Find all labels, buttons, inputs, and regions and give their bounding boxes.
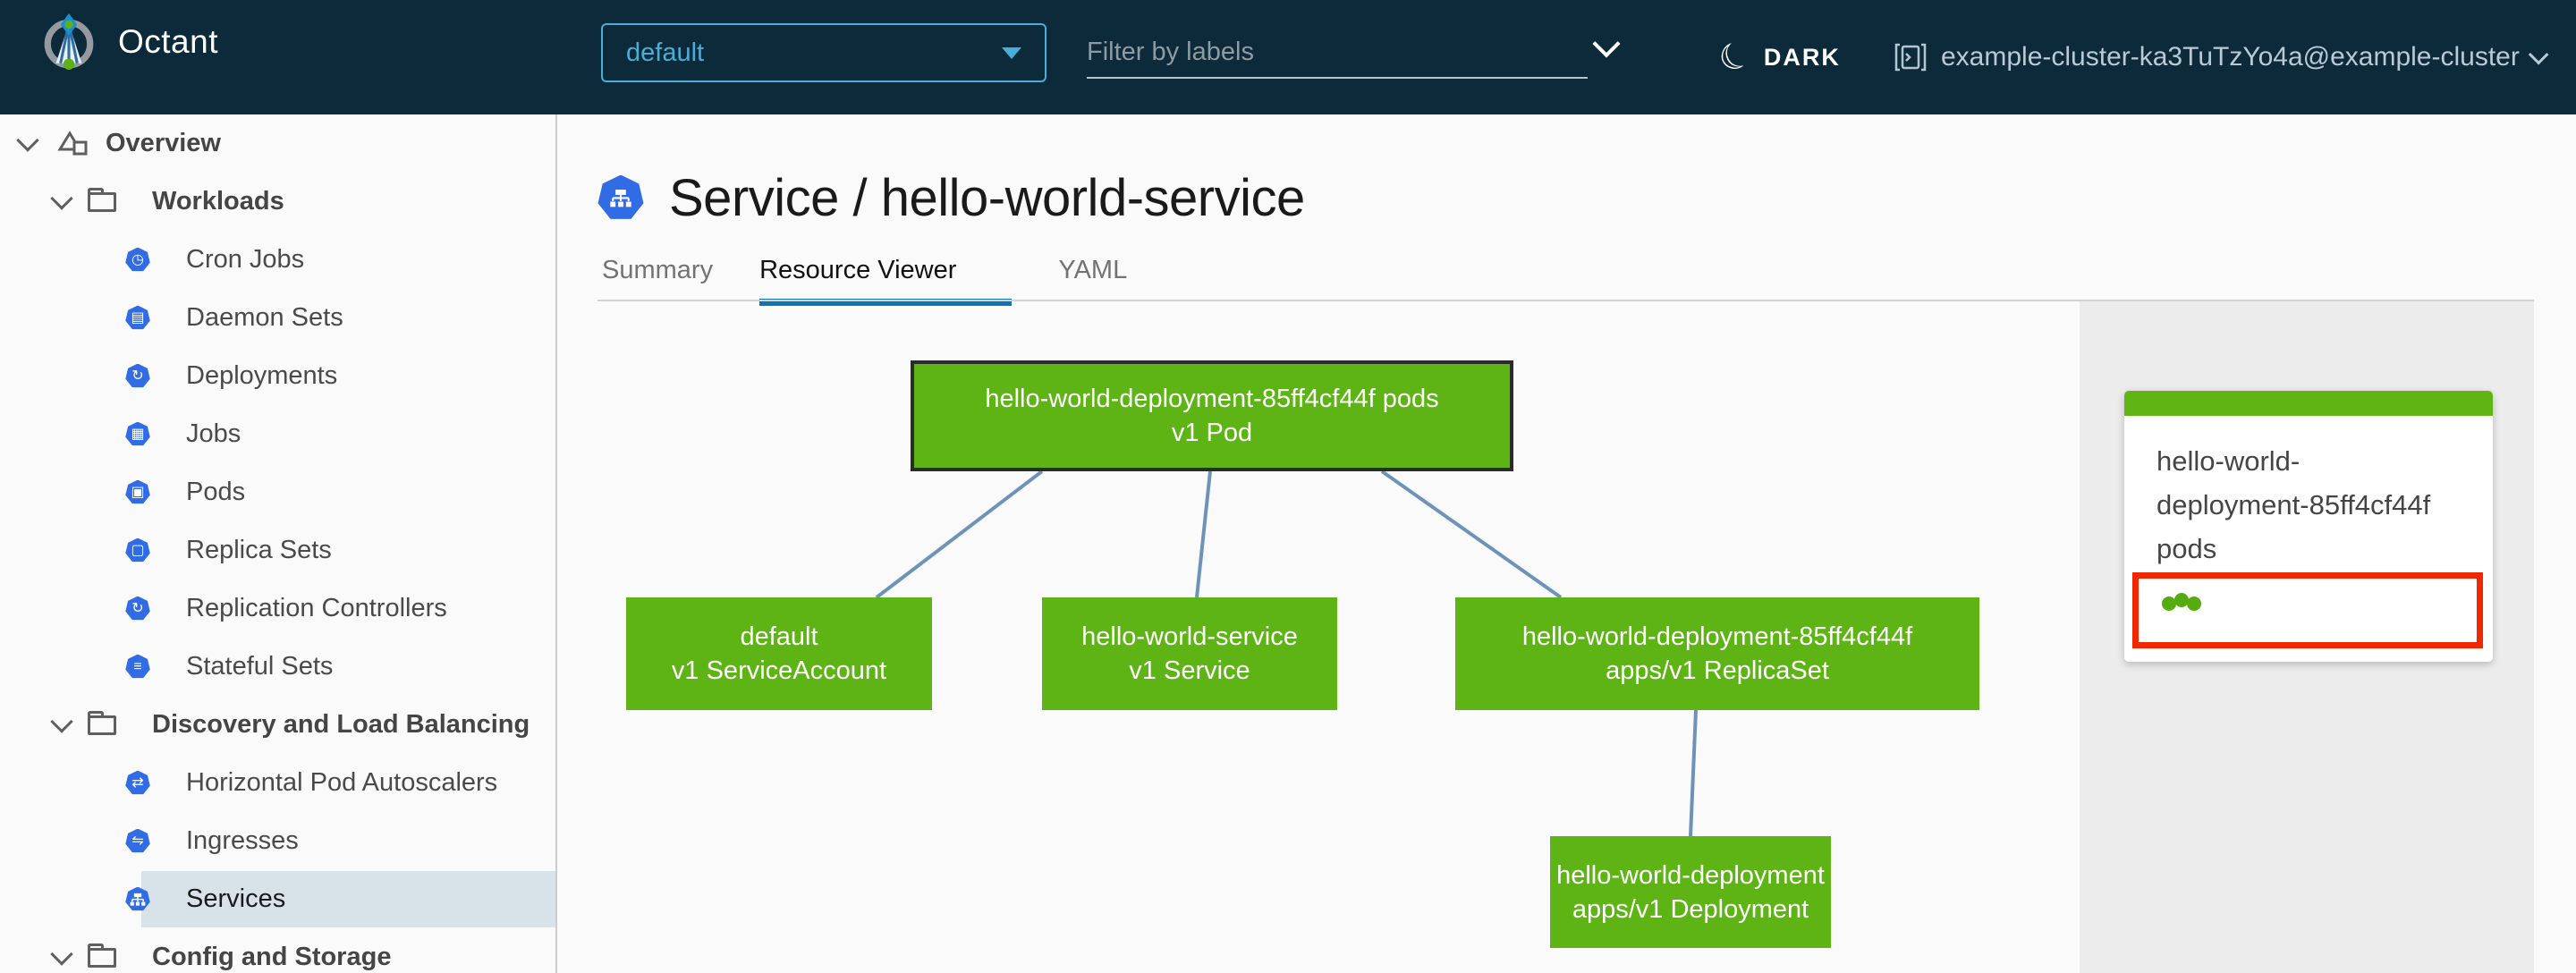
sidebar-item-label: Overview [106,129,221,157]
node-sublabel: v1 Service [1129,656,1250,685]
sidebar-item-label: Ingresses [186,826,299,855]
sidebar-item-label: Horizontal Pod Autoscalers [186,768,498,797]
node-label: hello-world-deployment-85ff4cf44f pods [985,385,1439,413]
cluster-context-label: example-cluster-ka3TuTzYo4a@example-clus… [1941,42,2520,72]
sidebar-item-label: Deployments [186,361,338,390]
sidebar-item-jobs[interactable]: ▦ Jobs [0,405,555,463]
app-title: Octant [118,23,218,60]
sidebar-item-config-and-storage[interactable]: Config and Storage [0,928,555,973]
pod-status-dot[interactable] [2187,596,2201,611]
sidebar-item-label: Replica Sets [186,536,332,564]
sidebar-item-deployments[interactable]: ↻ Deployments [0,347,555,405]
chevron-down-icon[interactable] [50,942,73,966]
label-filter [1087,27,1623,80]
node-label: hello-world-deployment-85ff4cf44f [1521,622,1913,651]
replicaset-icon: ▢ [125,537,150,563]
pod-status-highlight-box [2132,572,2483,648]
sidebar-item-daemon-sets[interactable]: ▤ Daemon Sets [0,289,555,347]
sidebar-item-replica-sets[interactable]: ▢ Replica Sets [0,521,555,580]
brand: Octant [39,13,218,72]
replicationcontroller-icon: ↻ [125,596,150,621]
pod-icon: ▣ [125,479,150,504]
node-sublabel: apps/v1 ReplicaSet [1606,656,1829,685]
pod-status-dots[interactable] [2162,593,2201,611]
sidebar-item-stateful-sets[interactable]: ≡ Stateful Sets [0,638,555,696]
page-title-text: Service / hello-world-service [669,169,1305,227]
pod-summary-card[interactable]: hello-world-deployment-85ff4cf44f pods [2124,391,2493,662]
caret-down-icon [1002,47,1021,59]
page-title: Service / hello-world-service [597,168,1305,228]
sidebar-item-horizontal-pod-autoscalers[interactable]: ⇄ Horizontal Pod Autoscalers [0,754,555,812]
app-header: Octant default ☾ DARK example-cluster-ka… [0,0,2576,114]
sidebar-item-label: Daemon Sets [186,303,343,332]
tab-summary[interactable]: Summary [602,256,713,306]
chevron-down-icon[interactable] [50,186,73,210]
sidebar-item-services[interactable]: Services [0,870,555,928]
sidebar-item-label: Services [186,884,286,913]
octant-app: Octant default ☾ DARK example-cluster-ka… [0,0,2576,973]
node-label: hello-world-deployment [1556,860,1825,890]
sidebar-item-label: Pods [186,478,246,506]
sidebar-nav: Overview Workloads ◷ Cron Jobs ▤ Daemon … [0,114,557,973]
statefulset-icon: ≡ [125,654,150,679]
pod-status-dot[interactable] [2174,593,2189,607]
sidebar-item-ingresses[interactable]: ⇋ Ingresses [0,812,555,870]
sidebar-item-discovery-and-load-balancing[interactable]: Discovery and Load Balancing [0,696,555,754]
chevron-down-icon [2528,44,2549,65]
ingress-icon: ⇋ [125,828,150,853]
node-sublabel: apps/v1 Deployment [1572,894,1809,924]
sidebar-item-label: Jobs [186,419,242,448]
node-label: hello-world-service [1081,622,1298,651]
sidebar-item-pods[interactable]: ▣ Pods [0,463,555,521]
graph-node-replicaset[interactable]: hello-world-deployment-85ff4cf44f apps/v… [1455,597,1979,710]
main-content: Service / hello-world-service Summary Re… [557,114,2576,973]
card-title: hello-world-deployment-85ff4cf44f pods [2157,445,2431,564]
applications-icon [57,130,89,158]
folder-icon [88,187,116,212]
deployment-icon: ↻ [125,363,150,388]
sidebar-item-replication-controllers[interactable]: ↻ Replication Controllers [0,580,555,638]
card-status-bar [2124,391,2493,416]
service-icon [125,886,150,911]
job-icon: ▦ [125,421,150,446]
hpa-icon: ⇄ [125,770,150,795]
sidebar-item-label: Replication Controllers [186,594,447,622]
daemonset-icon: ▤ [125,305,150,330]
graph-node-deployment[interactable]: hello-world-deployment apps/v1 Deploymen… [1550,836,1831,948]
node-label: default [740,622,818,651]
tab-yaml[interactable]: YAML [1058,256,1127,306]
chevron-down-icon[interactable] [16,128,39,152]
sidebar-item-label: Cron Jobs [186,245,305,274]
sidebar-item-label: Discovery and Load Balancing [152,710,530,739]
graph-node-pod[interactable]: hello-world-deployment-85ff4cf44f pods v… [911,360,1513,471]
terminal-icon [1894,43,1927,72]
folder-icon [88,943,116,968]
namespace-dropdown[interactable]: default [601,23,1046,82]
node-sublabel: v1 Pod [1171,419,1253,447]
chevron-down-icon[interactable] [50,709,73,733]
graph-node-serviceaccount[interactable]: default v1 ServiceAccount [626,597,932,710]
node-sublabel: v1 ServiceAccount [671,656,887,685]
cronjob-icon: ◷ [125,247,150,272]
namespace-value: default [626,38,705,67]
tab-bar: Summary Resource Viewer YAML [602,256,1174,306]
label-filter-input[interactable] [1087,27,1588,79]
folder-icon [88,710,116,735]
moon-icon: ☾ [1711,32,1759,82]
octant-logo-icon [44,13,94,70]
sidebar-item-label: Workloads [152,187,284,216]
chevron-down-icon[interactable] [1592,30,1621,58]
sidebar-item-label: Config and Storage [152,943,392,971]
sidebar-item-workloads[interactable]: Workloads [0,173,555,231]
tab-resource-viewer[interactable]: Resource Viewer [759,256,1013,306]
detail-panel: hello-world-deployment-85ff4cf44f pods [2080,301,2534,973]
sidebar-item-cron-jobs[interactable]: ◷ Cron Jobs [0,231,555,289]
graph-node-service[interactable]: hello-world-service v1 Service [1042,597,1337,710]
cluster-context-selector[interactable]: example-cluster-ka3TuTzYo4a@example-clus… [1894,0,2549,114]
theme-toggle-label: DARK [1763,43,1841,71]
sidebar-item-label: Stateful Sets [186,652,334,681]
theme-toggle[interactable]: ☾ DARK [1712,0,1841,114]
service-icon [597,174,644,219]
sidebar-item-overview[interactable]: Overview [0,114,555,173]
